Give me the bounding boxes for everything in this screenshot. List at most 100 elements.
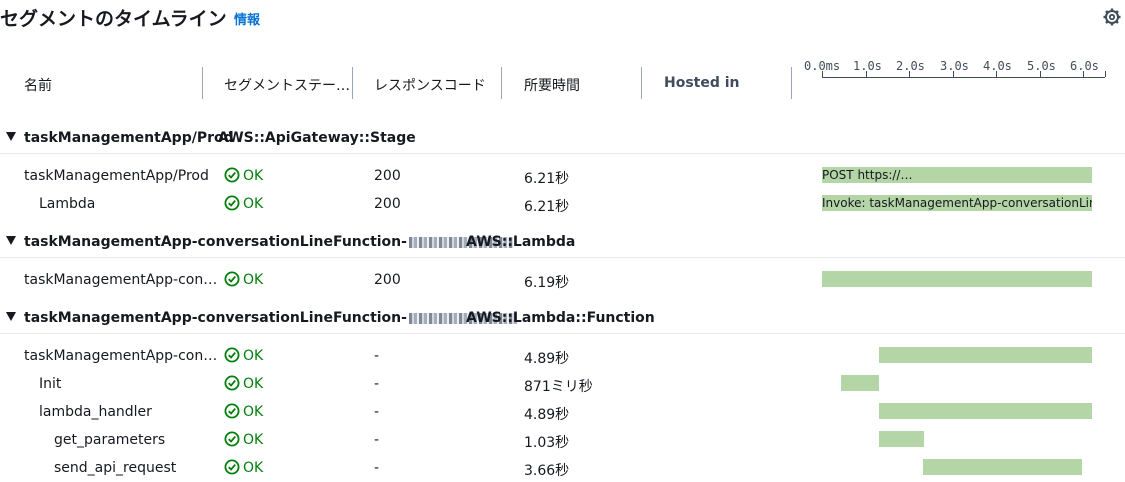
column-divider[interactable] — [641, 67, 642, 99]
axis-tick — [1105, 71, 1106, 77]
column-header-segment-status[interactable]: セグメントステー… — [224, 75, 350, 95]
axis-tick-label: 6.0s — [1070, 59, 1099, 73]
check-circle-icon — [224, 431, 240, 447]
segment-group-type: AWS::Lambda — [466, 234, 576, 250]
axis-tick-label: 2.0s — [896, 59, 925, 73]
duration-value: 871ミリ秒 — [524, 379, 593, 395]
column-divider[interactable] — [791, 67, 792, 99]
duration-value: 6.21秒 — [524, 171, 570, 187]
timeline-bar[interactable] — [879, 431, 924, 447]
check-circle-icon — [224, 195, 240, 211]
duration-value: 4.89秒 — [524, 351, 570, 367]
segment-name[interactable]: taskManagementApp-con… — [24, 272, 217, 288]
timeline-bar-label: Invoke: taskManagementApp-conversationLi… — [822, 196, 1092, 210]
segment-row[interactable]: taskManagementApp-con… OK 200 6.19秒 — [0, 266, 1125, 294]
divider — [0, 153, 1125, 154]
duration-value: 1.03秒 — [524, 435, 570, 451]
segment-group-type: AWS::ApiGateway::Stage — [218, 130, 416, 146]
segment-group-name: taskManagementApp-conversationLineFuncti… — [24, 310, 517, 326]
segment-row[interactable]: send_api_request OK - 3.66秒 — [0, 454, 1125, 482]
response-code: - — [374, 432, 380, 448]
segment-group-header[interactable]: taskManagementApp/Prod AWS::ApiGateway::S… — [0, 124, 1125, 154]
caret-down-icon[interactable] — [6, 132, 16, 141]
axis-tick-label: 4.0s — [983, 59, 1012, 73]
caret-down-icon[interactable] — [6, 312, 16, 321]
check-circle-icon — [224, 271, 240, 287]
segment-row[interactable]: taskManagementApp/Prod OK 200 6.21秒 POST htt… — [0, 162, 1125, 190]
segment-row[interactable]: Lambda OK 200 6.21秒 Invoke: taskManagementAp… — [0, 190, 1125, 218]
response-code: - — [374, 348, 380, 364]
timeline-bar[interactable] — [879, 347, 1092, 363]
segment-name[interactable]: lambda_handler — [39, 404, 152, 420]
column-header-duration[interactable]: 所要時間 — [524, 75, 580, 95]
column-header-response-code[interactable]: レスポンスコード — [374, 75, 486, 95]
timeline-bar[interactable] — [841, 375, 879, 391]
timeline-bar[interactable]: POST https://… — [822, 167, 1092, 183]
divider — [0, 257, 1125, 258]
status-text: OK — [243, 376, 264, 392]
axis-tick-label: 3.0s — [940, 59, 969, 73]
segment-group-header[interactable]: taskManagementApp-conversationLineFuncti… — [0, 228, 1125, 258]
segment-group-type: AWS::Lambda::Function — [466, 310, 655, 326]
status-text: OK — [243, 196, 264, 212]
gear-icon[interactable] — [1103, 8, 1121, 26]
axis-tick-label: 5.0s — [1027, 59, 1056, 73]
column-header-hosted-in[interactable]: Hosted in — [664, 75, 740, 91]
check-circle-icon — [224, 403, 240, 419]
page-title: セグメントのタイムライン — [0, 8, 227, 30]
segment-name[interactable]: Lambda — [39, 196, 95, 212]
response-code: 200 — [374, 196, 401, 212]
segment-row[interactable]: Init OK - 871ミリ秒 — [0, 370, 1125, 398]
status-text: OK — [243, 272, 264, 288]
segment-name[interactable]: taskManagementApp-con… — [24, 348, 217, 364]
caret-down-icon[interactable] — [6, 236, 16, 245]
status-badge: OK — [224, 347, 263, 364]
timeline-axis-line — [822, 77, 1105, 78]
timeline-bar-label: POST https://… — [822, 168, 913, 182]
check-circle-icon — [224, 167, 240, 183]
response-code: - — [374, 376, 380, 392]
status-text: OK — [243, 404, 264, 420]
status-badge: OK — [224, 431, 263, 448]
segment-group-header[interactable]: taskManagementApp-conversationLineFuncti… — [0, 304, 1125, 334]
status-badge: OK — [224, 375, 263, 392]
response-code: 200 — [374, 168, 401, 184]
segment-name[interactable]: send_api_request — [54, 460, 176, 476]
status-badge: OK — [224, 195, 263, 212]
status-text: OK — [243, 168, 264, 184]
check-circle-icon — [224, 347, 240, 363]
status-badge: OK — [224, 459, 263, 476]
axis-tick-label: 0.0ms — [804, 59, 841, 73]
status-badge: OK — [224, 167, 263, 184]
axis-tick-label: 1.0s — [853, 59, 882, 73]
duration-value: 3.66秒 — [524, 463, 570, 479]
divider — [0, 333, 1125, 334]
check-circle-icon — [224, 375, 240, 391]
info-link[interactable]: 情報 — [234, 9, 260, 28]
status-badge: OK — [224, 271, 263, 288]
duration-value: 4.89秒 — [524, 407, 570, 423]
response-code: - — [374, 404, 380, 420]
status-text: OK — [243, 348, 264, 364]
status-text: OK — [243, 460, 264, 476]
status-text: OK — [243, 432, 264, 448]
segment-group-name: taskManagementApp-conversationLineFuncti… — [24, 234, 513, 250]
column-header-name[interactable]: 名前 — [24, 75, 52, 95]
column-divider[interactable] — [352, 67, 353, 99]
segment-row[interactable]: get_parameters OK - 1.03秒 — [0, 426, 1125, 454]
timeline-bar[interactable] — [822, 271, 1092, 287]
status-badge: OK — [224, 403, 263, 420]
duration-value: 6.19秒 — [524, 275, 570, 291]
segment-row[interactable]: lambda_handler OK - 4.89秒 — [0, 398, 1125, 426]
segment-name[interactable]: taskManagementApp/Prod — [24, 168, 209, 184]
column-divider[interactable] — [501, 67, 502, 99]
timeline-bar[interactable] — [879, 403, 1092, 419]
segment-name[interactable]: Init — [39, 376, 61, 392]
response-code: 200 — [374, 272, 401, 288]
timeline-bar[interactable]: Invoke: taskManagementApp-conversationLi… — [822, 195, 1092, 211]
column-divider[interactable] — [202, 67, 203, 99]
response-code: - — [374, 460, 380, 476]
segment-name[interactable]: get_parameters — [54, 432, 165, 448]
segment-row[interactable]: taskManagementApp-con… OK - 4.89秒 — [0, 342, 1125, 370]
segment-group-name: taskManagementApp/Prod — [24, 130, 234, 146]
